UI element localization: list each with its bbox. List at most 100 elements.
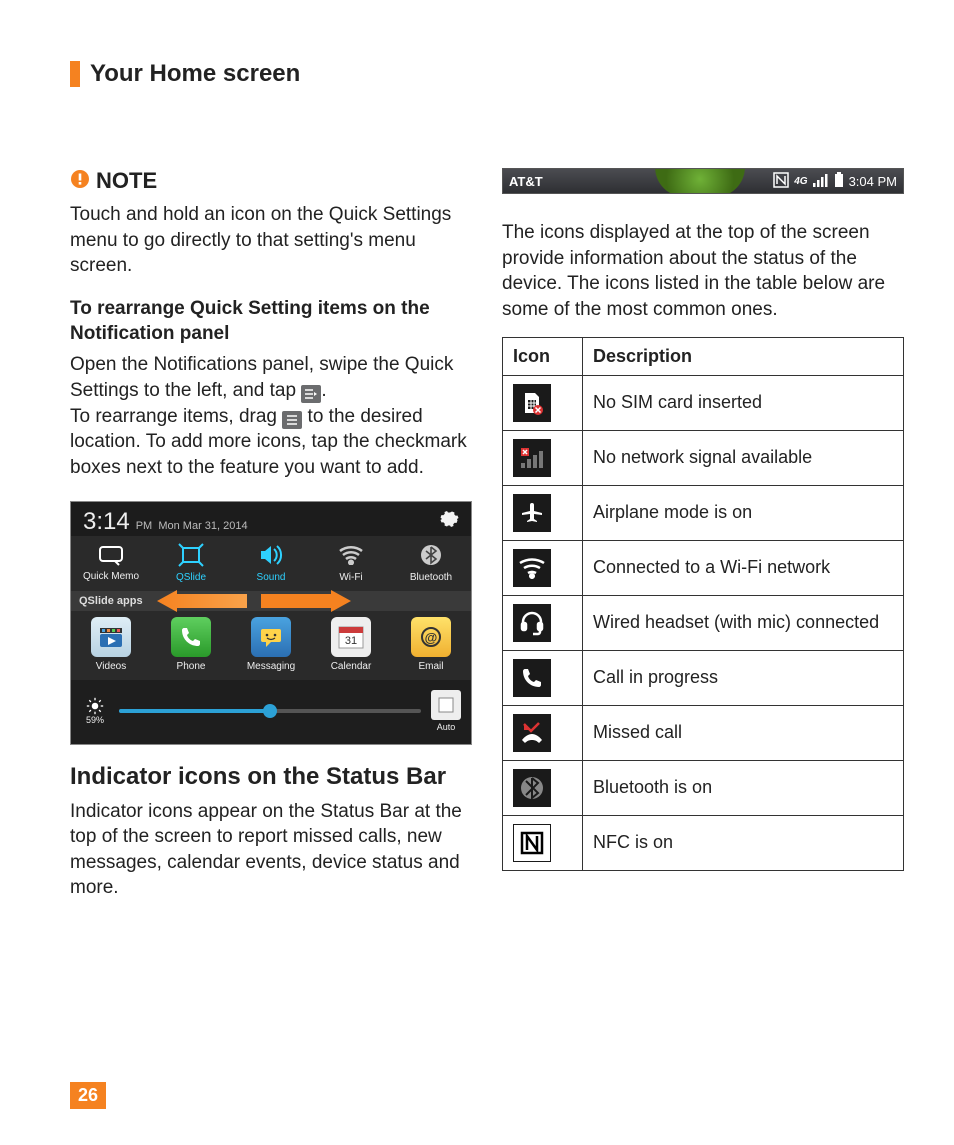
qs-label: Wi-Fi [339,572,362,583]
rearrange-header: To rearrange Quick Setting items on the … [70,297,472,346]
table-header-icon: Icon [503,337,583,375]
rearrange-p2a: To rearrange items, drag [70,406,282,427]
qs-bluetooth: Bluetooth [399,542,463,583]
section-title: Your Home screen [90,60,300,88]
note-body: Touch and hold an icon on the Quick Sett… [70,202,472,279]
brightness-slider [119,709,421,713]
nfc-on-icon [513,824,551,862]
svg-text:31: 31 [345,635,357,647]
table-desc: Bluetooth is on [583,760,904,815]
table-desc: No network signal available [583,430,904,485]
auto-brightness-icon [431,690,461,720]
notification-panel-screenshot: 3:14 PM Mon Mar 31, 2014 Quick Memo [70,501,472,745]
no-signal-icon [513,439,551,477]
qs-wifi: Wi-Fi [319,542,383,583]
brightness-value: 59% [86,715,104,725]
qslide-icon [175,542,207,568]
title-accent [70,61,80,87]
qs-quick-memo: Quick Memo [79,542,143,583]
page-header: Your Home screen [70,60,904,88]
qs-label: Quick Memo [83,572,139,583]
videos-icon [91,617,131,657]
messaging-icon [251,617,291,657]
col2-intro: The icons displayed at the top of the sc… [502,220,904,323]
page-number: 26 [70,1082,106,1109]
no-sim-icon [513,384,551,422]
app-email: @ Email [399,617,463,672]
status-bar-screenshot: AT&T 4G 3:04 PM [502,168,904,194]
carrier-label: AT&T [509,174,543,189]
missed-call-icon [513,714,551,752]
airplane-mode-icon [513,494,551,532]
drag-arrow-left-icon [157,590,247,612]
table-desc: Call in progress [583,650,904,705]
brightness-icon: 59% [81,697,109,725]
indicator-body: Indicator icons appear on the Status Bar… [70,799,472,902]
warning-icon [70,169,90,194]
qs-sound: Sound [239,542,303,583]
app-label: Phone [177,661,206,672]
signal-status-icon [813,173,829,190]
statusbar-time: 3:04 PM [849,174,897,189]
rearrange-body: Open the Notifications panel, swipe the … [70,352,472,480]
wallpaper-peek [655,168,745,194]
qs-label: QSlide [176,572,206,583]
auto-label: Auto [437,722,456,732]
settings-gear-icon [439,509,459,534]
drag-arrow-right-icon [261,590,351,612]
table-desc: NFC is on [583,815,904,870]
panel-time: 3:14 [83,508,130,536]
bluetooth-icon [415,542,447,568]
rearrange-p1b: . [321,380,326,401]
battery-status-icon [834,172,844,191]
table-desc: No SIM card inserted [583,375,904,430]
svg-text:@: @ [425,630,438,645]
auto-brightness: Auto [431,690,461,732]
table-desc: Missed call [583,705,904,760]
app-videos: Videos [79,617,143,672]
table-header-desc: Description [583,337,904,375]
bluetooth-on-icon [513,769,551,807]
note-heading: NOTE [70,168,472,194]
app-phone: Phone [159,617,223,672]
email-icon: @ [411,617,451,657]
quick-memo-icon [95,542,127,568]
status-icons-table: Icon Description No SIM card inserted No… [502,337,904,871]
panel-ampm: PM [136,520,153,532]
indicator-header: Indicator icons on the Status Bar [70,763,472,791]
app-label: Videos [96,661,126,672]
wifi-connected-icon [513,549,551,587]
qs-qslide: QSlide [159,542,223,583]
table-row: Call in progress [503,650,904,705]
4g-status-icon: 4G [794,176,807,187]
call-in-progress-icon [513,659,551,697]
table-row: Connected to a Wi-Fi network [503,540,904,595]
table-row: Missed call [503,705,904,760]
sound-icon [255,542,287,568]
qs-label: Bluetooth [410,572,452,583]
app-label: Messaging [247,661,295,672]
table-row: No SIM card inserted [503,375,904,430]
table-desc: Airplane mode is on [583,485,904,540]
app-label: Calendar [331,661,372,672]
qs-label: Sound [257,572,286,583]
table-row: NFC is on [503,815,904,870]
app-messaging: Messaging [239,617,303,672]
phone-app-icon [171,617,211,657]
panel-date: Mon Mar 31, 2014 [158,520,247,532]
headset-icon [513,604,551,642]
rearrange-p1a: Open the Notifications panel, swipe the … [70,354,453,401]
table-row: Wired headset (with mic) connected [503,595,904,650]
table-desc: Connected to a Wi-Fi network [583,540,904,595]
edit-list-icon [301,385,321,403]
calendar-icon: 31 [331,617,371,657]
app-label: Email [418,661,443,672]
app-calendar: 31 Calendar [319,617,383,672]
table-desc: Wired headset (with mic) connected [583,595,904,650]
nfc-status-icon [773,172,789,191]
table-row: No network signal available [503,430,904,485]
table-row: Airplane mode is on [503,485,904,540]
drag-handle-icon [282,411,302,429]
table-row: Bluetooth is on [503,760,904,815]
note-label: NOTE [96,168,157,194]
